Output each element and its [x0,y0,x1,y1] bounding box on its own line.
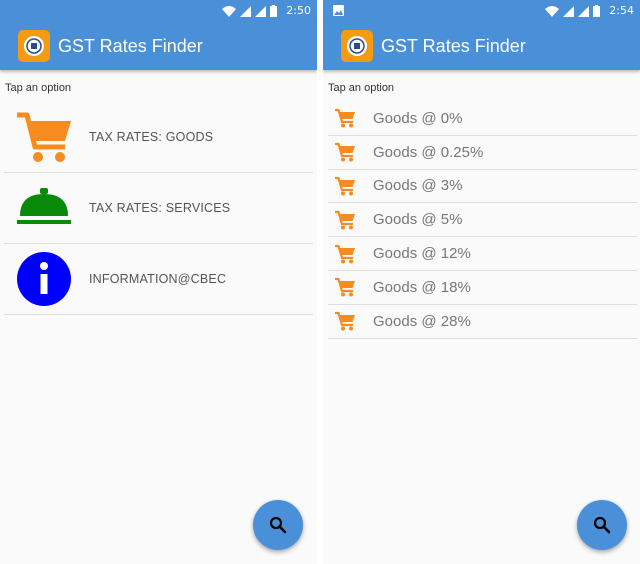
search-button[interactable] [253,500,303,550]
app-logo [18,30,50,62]
menu-item-services[interactable]: TAX RATES: SERVICES [4,173,313,244]
status-time: 2:50 [286,4,311,17]
cart-icon [334,108,358,128]
cart-icon [8,107,80,167]
app-logo [341,30,373,62]
search-icon [593,516,611,534]
goods-rates-screen: 2:54 GST Rates Finder Tap an option Good… [323,0,640,564]
list-item[interactable]: Goods @ 5% [328,203,637,238]
image-notification-icon [333,5,344,16]
menu-item-label: INFORMATION@CBEC [89,272,227,286]
hint-text: Tap an option [5,82,72,94]
status-time: 2:54 [609,4,634,17]
cart-icon [334,210,358,230]
rate-label: Goods @ 0% [373,109,463,127]
cart-icon [334,277,358,297]
rate-label: Goods @ 28% [373,312,471,330]
rate-label: Goods @ 0.25% [373,143,484,161]
list-item[interactable]: Goods @ 12% [328,237,637,271]
menu-item-information[interactable]: INFORMATION@CBEC [4,244,313,315]
app-bar: GST Rates Finder [0,22,317,70]
list-item[interactable]: Goods @ 0.25% [328,136,637,170]
status-icons [545,5,600,17]
search-icon [269,516,287,534]
cart-icon [334,176,358,196]
status-bar: 2:50 [0,0,317,22]
rate-label: Goods @ 12% [373,245,471,263]
signal-icon [563,5,574,17]
list-item[interactable]: Goods @ 3% [328,170,637,204]
cart-icon [334,311,358,331]
battery-icon [593,5,600,17]
screenshot-pair: 2:50 GST Rates Finder Tap an option TAX [0,0,640,564]
status-bar: 2:54 [323,0,640,22]
app-bar: GST Rates Finder [323,22,640,70]
emblem-icon [347,36,367,56]
battery-icon [270,5,277,17]
emblem-icon [24,36,44,56]
info-icon [8,249,80,309]
menu-item-label: TAX RATES: GOODS [89,130,214,144]
rate-list: Goods @ 0% Goods @ 0.25% Goods @ 3% Good… [328,102,637,339]
signal-icon [240,5,251,17]
list-item[interactable]: Goods @ 18% [328,271,637,305]
cart-icon [334,244,358,264]
rate-label: Goods @ 3% [373,177,463,195]
hint-text: Tap an option [328,82,395,94]
wifi-icon [222,5,236,17]
signal-icon [578,5,589,17]
app-title: GST Rates Finder [381,35,526,56]
app-title: GST Rates Finder [58,35,203,56]
rate-label: Goods @ 5% [373,211,463,229]
wifi-icon [545,5,559,17]
menu-list: TAX RATES: GOODS TAX RATES: SERVICES INF… [4,102,313,315]
menu-item-goods[interactable]: TAX RATES: GOODS [4,102,313,173]
home-screen: 2:50 GST Rates Finder Tap an option TAX [0,0,317,564]
list-item[interactable]: Goods @ 0% [328,102,637,136]
service-bell-icon [8,178,80,238]
signal-icon [255,5,266,17]
status-icons [222,5,277,17]
rate-label: Goods @ 18% [373,278,471,296]
menu-item-label: TAX RATES: SERVICES [89,201,231,215]
cart-icon [334,142,358,162]
search-button[interactable] [577,500,627,550]
list-item[interactable]: Goods @ 28% [328,305,637,339]
